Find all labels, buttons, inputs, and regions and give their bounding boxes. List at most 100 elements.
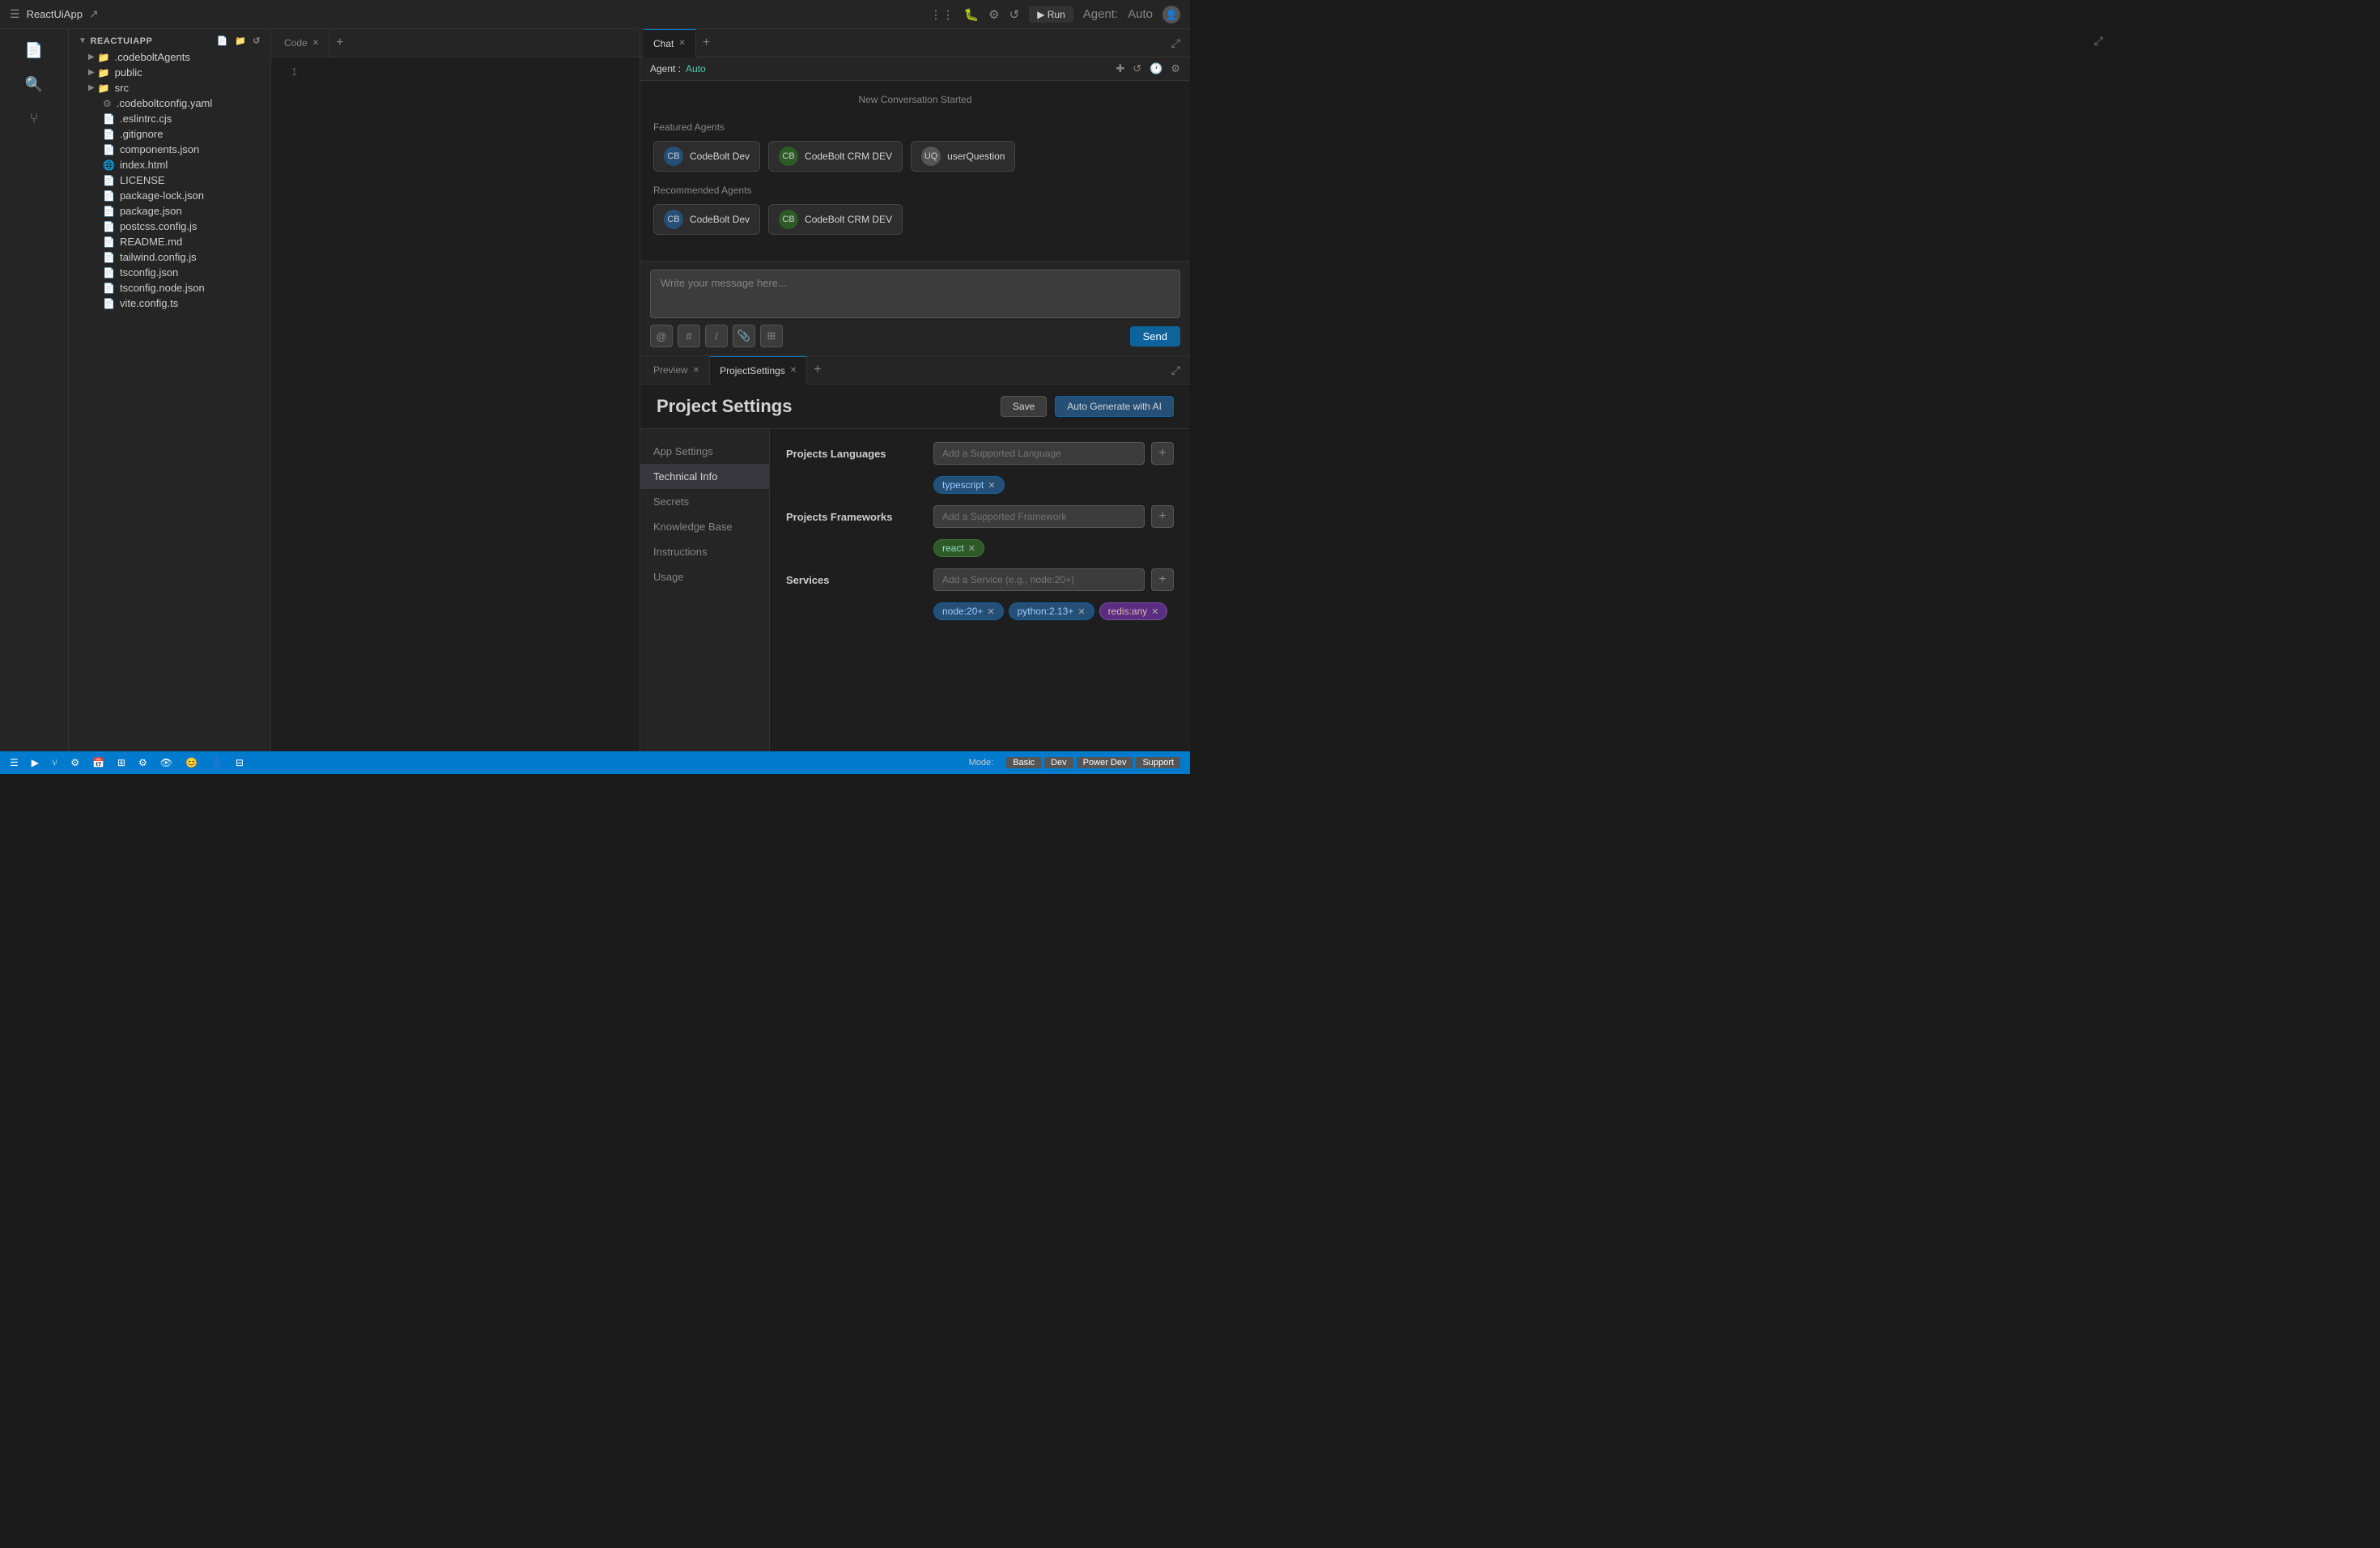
mode-support[interactable]: Support <box>1136 757 1180 768</box>
recommended-agent-1[interactable]: CB CodeBolt CRM DEV <box>768 204 903 235</box>
settings-nav-secrets[interactable]: Secrets <box>640 489 769 514</box>
settings-tab-add[interactable]: + <box>807 363 827 377</box>
tag-redis: redis:any ✕ <box>1099 602 1168 620</box>
featured-agent-0[interactable]: CB CodeBolt Dev <box>653 141 760 172</box>
settings-nav-usage[interactable]: Usage <box>640 564 769 589</box>
screen-btn[interactable]: ⊞ <box>760 325 783 347</box>
settings-icon[interactable]: ⚙ <box>988 7 999 22</box>
add-conv-icon[interactable]: ✚ <box>1116 62 1124 75</box>
status-emoji-icon[interactable]: 😊 <box>185 757 198 768</box>
tree-item-codeboltconfig[interactable]: ⚙ .codeboltconfig.yaml <box>69 96 270 111</box>
mention-btn[interactable]: @ <box>650 325 673 347</box>
status-branch-icon[interactable]: ⑂ <box>52 757 57 768</box>
sidebar-toggle-icon[interactable]: ☰ <box>10 7 20 21</box>
settings-section: Preview ✕ ProjectSettings ✕ + ⤢ Project … <box>640 356 1190 751</box>
chat-tab-add[interactable]: + <box>696 36 716 50</box>
tree-item-public[interactable]: ▶📁 public <box>69 65 270 80</box>
services-add-btn[interactable]: + <box>1151 568 1174 591</box>
tree-item-tailwind[interactable]: 📄 tailwind.config.js <box>69 249 270 265</box>
status-eye-icon[interactable]: 👁 <box>160 757 172 768</box>
tree-item-tsconfig-node[interactable]: 📄 tsconfig.node.json <box>69 280 270 296</box>
featured-agent-1[interactable]: CB CodeBolt CRM DEV <box>768 141 903 172</box>
reset-icon[interactable]: ↺ <box>1133 62 1141 75</box>
attach-btn[interactable]: 📎 <box>733 325 755 347</box>
bug-icon[interactable]: 🐛 <box>963 7 979 22</box>
save-button[interactable]: Save <box>1001 396 1047 417</box>
settings-nav-instructions[interactable]: Instructions <box>640 539 769 564</box>
external-link-icon[interactable]: ↗ <box>89 7 99 21</box>
tree-item-eslintrc[interactable]: 📄 .eslintrc.cjs <box>69 111 270 126</box>
mode-basic[interactable]: Basic <box>1006 757 1041 768</box>
tree-item-src[interactable]: ▶📁 src <box>69 80 270 96</box>
tree-item-componentsjson[interactable]: 📄 components.json <box>69 142 270 157</box>
services-input[interactable] <box>933 568 1145 591</box>
editor-tab-add[interactable]: + <box>329 36 350 50</box>
frameworks-input[interactable] <box>933 505 1145 528</box>
tag-python-close[interactable]: ✕ <box>1077 606 1085 617</box>
tree-item-indexhtml[interactable]: 🌐 index.html <box>69 157 270 172</box>
history-icon[interactable]: 🕐 <box>1150 62 1162 75</box>
chat-tab[interactable]: Chat ✕ <box>644 29 696 57</box>
recommended-agent-0[interactable]: CB CodeBolt Dev <box>653 204 760 235</box>
tree-item-vite-config[interactable]: 📄 vite.config.ts <box>69 296 270 311</box>
status-person-icon[interactable]: 👤 <box>210 757 223 768</box>
tag-redis-close[interactable]: ✕ <box>1151 606 1158 617</box>
send-button[interactable]: Send <box>1130 326 1180 347</box>
sidebar-files-icon[interactable]: 📄 <box>19 36 49 65</box>
auto-generate-button[interactable]: Auto Generate with AI <box>1055 396 1174 417</box>
refresh-icon[interactable]: ↺ <box>1009 7 1020 22</box>
mode-powerdev[interactable]: Power Dev <box>1077 757 1133 768</box>
explorer-folder-icon[interactable]: 📁 <box>235 36 246 46</box>
tree-item-license[interactable]: 📄 LICENSE <box>69 172 270 188</box>
editor-tab-code[interactable]: Code ✕ <box>274 29 329 57</box>
split-icon[interactable]: ⋮⋮ <box>929 7 954 22</box>
chat-input-box[interactable]: Write your message here... <box>650 270 1180 318</box>
settings-expand-icon[interactable]: ⤢ <box>1165 364 1187 377</box>
tree-item-packagejson[interactable]: 📄 package.json <box>69 203 270 219</box>
slash-btn[interactable]: / <box>705 325 728 347</box>
tree-item-tsconfig[interactable]: 📄 tsconfig.json <box>69 265 270 280</box>
explorer-collapse-icon[interactable]: ▼ <box>79 36 87 45</box>
tag-typescript-close[interactable]: ✕ <box>988 480 995 491</box>
chat-tab-close[interactable]: ✕ <box>678 39 685 48</box>
explorer-file-icon[interactable]: 📄 <box>217 36 228 46</box>
status-cog-icon[interactable]: ⚙ <box>138 757 147 768</box>
run-button[interactable]: ▶ Run <box>1029 6 1073 23</box>
user-avatar[interactable]: 👤 <box>1162 6 1180 23</box>
code-tab-close[interactable]: ✕ <box>312 39 319 48</box>
tree-item-postcss[interactable]: 📄 postcss.config.js <box>69 219 270 234</box>
tag-react-close[interactable]: ✕ <box>968 543 975 554</box>
chat-expand-icon[interactable]: ⤢ <box>1165 36 1187 50</box>
preview-tab[interactable]: Preview ✕ <box>644 356 710 385</box>
status-calendar-icon[interactable]: 📅 <box>92 757 104 768</box>
settings-nav-knowledge-base[interactable]: Knowledge Base <box>640 514 769 539</box>
sidebar-search-icon[interactable]: 🔍 <box>19 70 49 99</box>
editor-expand-icon[interactable]: ⤢ <box>2094 34 2103 48</box>
tree-item-gitignore[interactable]: 📄 .gitignore <box>69 126 270 142</box>
service-tags-row: node:20+ ✕ python:2.13+ ✕ redis:any ✕ <box>933 602 1174 620</box>
mode-dev[interactable]: Dev <box>1044 757 1073 768</box>
status-layout-icon[interactable]: ⊟ <box>236 757 244 768</box>
tag-node-close[interactable]: ✕ <box>987 606 994 617</box>
tree-item-codebolt-agents[interactable]: ▶📁 .codeboltAgents <box>69 49 270 65</box>
featured-agent-0-avatar: CB <box>664 147 683 166</box>
languages-add-btn[interactable]: + <box>1151 442 1174 465</box>
project-settings-tab-close[interactable]: ✕ <box>790 366 797 375</box>
settings-nav-technical-info[interactable]: Technical Info <box>640 464 769 489</box>
status-grid-icon[interactable]: ⊞ <box>117 757 125 768</box>
tree-item-readme[interactable]: 📄 README.md <box>69 234 270 249</box>
frameworks-add-btn[interactable]: + <box>1151 505 1174 528</box>
status-play-icon[interactable]: ▶ <box>32 757 39 768</box>
status-settings-icon[interactable]: ⚙ <box>70 757 79 768</box>
chat-settings-icon[interactable]: ⚙ <box>1171 62 1180 75</box>
status-menu-icon[interactable]: ☰ <box>10 757 19 768</box>
tree-item-package-lock[interactable]: 📄 package-lock.json <box>69 188 270 203</box>
sidebar-git-icon[interactable]: ⑂ <box>19 104 49 133</box>
languages-input[interactable] <box>933 442 1145 465</box>
hash-btn[interactable]: # <box>678 325 700 347</box>
featured-agent-2[interactable]: UQ userQuestion <box>911 141 1015 172</box>
settings-nav-app-settings[interactable]: App Settings <box>640 439 769 464</box>
explorer-refresh-icon[interactable]: ↺ <box>253 36 261 46</box>
preview-tab-close[interactable]: ✕ <box>693 366 699 375</box>
project-settings-tab[interactable]: ProjectSettings ✕ <box>710 356 807 385</box>
